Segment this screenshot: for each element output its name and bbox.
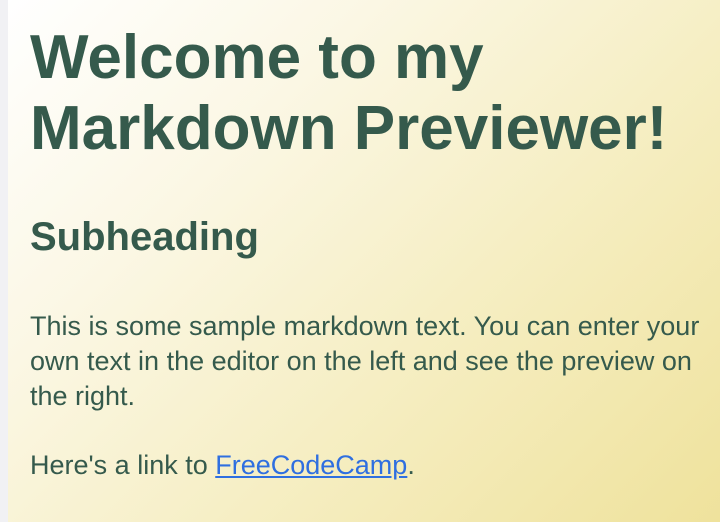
- preview-heading: Welcome to my Markdown Previewer!: [30, 23, 668, 163]
- freecodecamp-link[interactable]: FreeCodeCamp: [215, 450, 407, 480]
- preview-link-line: Here's a link to FreeCodeCamp.: [30, 448, 415, 483]
- preview-paragraph: This is some sample markdown text. You c…: [30, 311, 700, 411]
- link-line-prefix: Here's a link to: [30, 450, 216, 480]
- link-line-suffix: .: [407, 450, 415, 480]
- markdown-preview-pane: Welcome to my Markdown Previewer! Subhea…: [8, 0, 720, 522]
- preview-subheading: Subheading: [30, 215, 259, 259]
